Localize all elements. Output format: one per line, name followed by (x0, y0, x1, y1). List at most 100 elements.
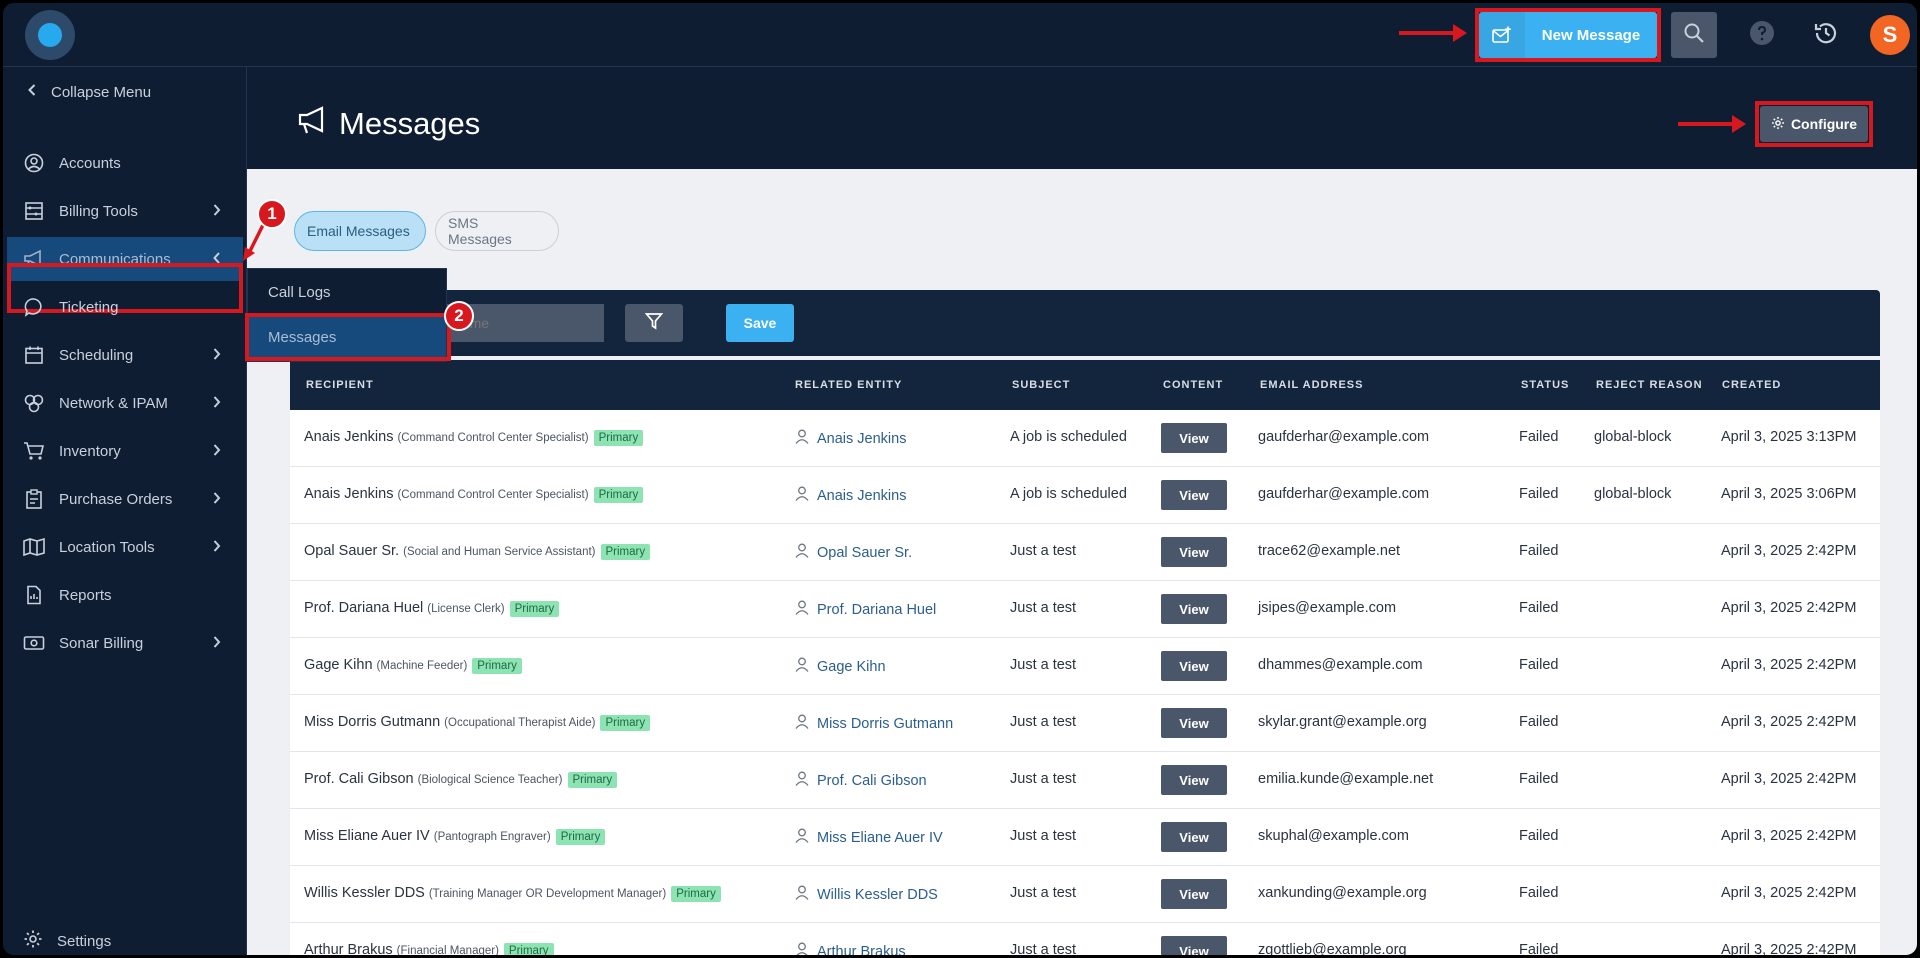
related-entity-link[interactable]: Prof. Cali Gibson (795, 771, 927, 790)
submenu-item-call-logs[interactable]: Call Logs (248, 272, 446, 312)
sidebar-item-network-ipam[interactable]: Network & IPAM (7, 381, 243, 425)
sidebar-item-reports[interactable]: Reports (7, 573, 243, 617)
filter-button[interactable] (625, 304, 683, 342)
subject-cell: Just a test (1010, 600, 1077, 616)
view-content-button[interactable]: View (1161, 936, 1227, 955)
status-cell: Failed (1519, 600, 1559, 616)
recipient-cell: Prof. Dariana Huel (License Clerk) Primary (304, 600, 560, 617)
col-related-entity[interactable]: RELATED ENTITY (795, 379, 902, 391)
related-entity-link[interactable]: Prof. Dariana Huel (795, 600, 936, 619)
table-row[interactable]: Miss Eliane Auer IV (Pantograph Engraver)… (290, 809, 1880, 866)
table-row[interactable]: Willis Kessler DDS (Training Manager OR D… (290, 866, 1880, 923)
related-entity-link[interactable]: Anais Jenkins (795, 486, 906, 505)
messages-table: RECIPIENT RELATED ENTITY SUBJECT CONTENT… (290, 360, 1880, 958)
col-reject-reason[interactable]: REJECT REASON (1596, 379, 1703, 391)
chevron-right-icon (213, 491, 221, 509)
table-body: Anais Jenkins (Command Control Center Spe… (290, 410, 1880, 958)
view-content-button[interactable]: View (1161, 765, 1227, 795)
col-email-address[interactable]: EMAIL ADDRESS (1260, 379, 1363, 391)
collapse-menu-button[interactable]: Collapse Menu (27, 83, 151, 101)
related-entity-name: Gage Kihn (817, 658, 886, 675)
sidebar-item-location-tools[interactable]: Location Tools (7, 525, 243, 569)
help-button[interactable] (1739, 12, 1785, 58)
recipient-cell: Miss Eliane Auer IV (Pantograph Engraver)… (304, 828, 606, 845)
col-status[interactable]: STATUS (1521, 379, 1569, 391)
user-avatar[interactable]: S (1870, 15, 1910, 55)
col-content[interactable]: CONTENT (1163, 379, 1223, 391)
related-entity-name: Opal Sauer Sr. (817, 544, 913, 561)
status-cell: Failed (1519, 885, 1559, 901)
email-cell: xankunding@example.org (1258, 885, 1427, 901)
sidebar-item-billing-tools[interactable]: Billing Tools (7, 189, 243, 233)
view-content-button[interactable]: View (1161, 480, 1227, 510)
related-entity-name: Arthur Brakus (817, 943, 906, 958)
status-cell: Failed (1519, 486, 1559, 502)
related-entity-name: Prof. Cali Gibson (817, 772, 927, 789)
table-row[interactable]: Anais Jenkins (Command Control Center Spe… (290, 467, 1880, 524)
person-icon (795, 771, 809, 790)
table-row[interactable]: Prof. Cali Gibson (Biological Science Tea… (290, 752, 1880, 809)
subject-cell: Just a test (1010, 885, 1077, 901)
created-cell: April 3, 2025 2:42PM (1721, 771, 1857, 787)
related-entity-link[interactable]: Arthur Brakus (795, 942, 906, 958)
save-button[interactable]: Save (726, 304, 794, 342)
tab-sms-messages[interactable]: SMS Messages (435, 211, 559, 251)
abacus-icon (23, 200, 45, 222)
person-icon (795, 714, 809, 733)
person-icon (795, 885, 809, 904)
related-entity-link[interactable]: Miss Dorris Gutmann (795, 714, 953, 733)
view-content-button[interactable]: View (1161, 879, 1227, 909)
sidebar-item-accounts[interactable]: Accounts (7, 141, 243, 185)
subject-cell: A job is scheduled (1010, 486, 1127, 502)
table-row[interactable]: Anais Jenkins (Command Control Center Spe… (290, 410, 1880, 467)
sidebar-item-label: Billing Tools (59, 202, 138, 220)
sidebar-item-ticketing[interactable]: Ticketing (7, 285, 243, 329)
search-icon (1683, 22, 1705, 49)
sidebar-item-scheduling[interactable]: Scheduling (7, 333, 243, 377)
recipient-role: (License Clerk) (427, 603, 505, 615)
view-content-button[interactable]: View (1161, 537, 1227, 567)
related-entity-link[interactable]: Gage Kihn (795, 657, 886, 676)
primary-badge: Primary (600, 715, 651, 731)
table-row[interactable]: Prof. Dariana Huel (License Clerk) Primary… (290, 581, 1880, 638)
view-content-button[interactable]: View (1161, 594, 1227, 624)
settings-button[interactable]: Settings (23, 929, 111, 953)
settings-label: Settings (57, 932, 112, 950)
col-created[interactable]: CREATED (1722, 379, 1781, 391)
sidebar-item-purchase-orders[interactable]: Purchase Orders (7, 477, 243, 521)
col-subject[interactable]: SUBJECT (1012, 379, 1070, 391)
related-entity-link[interactable]: Miss Eliane Auer IV (795, 828, 943, 847)
history-button[interactable] (1803, 12, 1849, 58)
sidebar-item-sonar-billing[interactable]: Sonar Billing (7, 621, 243, 665)
annotation-step-1-badge: 1 (257, 199, 287, 229)
email-cell: gaufderhar@example.com (1258, 486, 1430, 502)
search-button[interactable] (1671, 12, 1717, 58)
sidebar-item-label: Network & IPAM (59, 394, 168, 412)
view-content-button[interactable]: View (1161, 822, 1227, 852)
view-content-button[interactable]: View (1161, 423, 1227, 453)
related-entity-link[interactable]: Opal Sauer Sr. (795, 543, 912, 562)
tab-email-messages[interactable]: Email Messages (294, 211, 426, 251)
view-content-button[interactable]: View (1161, 708, 1227, 738)
subject-cell: Just a test (1010, 771, 1077, 787)
calendar-icon (23, 344, 45, 366)
recipient-role: (Occupational Therapist Aide) (444, 717, 596, 729)
related-entity-link[interactable]: Anais Jenkins (795, 429, 906, 448)
related-entity-name: Willis Kessler DDS (817, 886, 938, 903)
primary-badge: Primary (555, 829, 606, 845)
related-entity-link[interactable]: Willis Kessler DDS (795, 885, 938, 904)
top-bar: New Message S (3, 3, 1917, 67)
sidebar-item-inventory[interactable]: Inventory (7, 429, 243, 473)
primary-badge: Primary (600, 544, 651, 560)
status-cell: Failed (1519, 657, 1559, 673)
col-recipient[interactable]: RECIPIENT (306, 379, 374, 391)
app-logo[interactable] (25, 10, 75, 60)
sidebar: Collapse Menu Accounts Billing Tools Com… (3, 67, 247, 955)
table-row[interactable]: Miss Dorris Gutmann (Occupational Therapi… (290, 695, 1880, 752)
table-row[interactable]: Opal Sauer Sr. (Social and Human Service … (290, 524, 1880, 581)
table-row[interactable]: Arthur Brakus (Financial Manager) Primary A… (290, 923, 1880, 958)
table-row[interactable]: Gage Kihn (Machine Feeder) Primary Gage Kih… (290, 638, 1880, 695)
view-content-button[interactable]: View (1161, 651, 1227, 681)
recipient-name: Arthur Brakus (304, 942, 393, 958)
recipient-cell: Miss Dorris Gutmann (Occupational Therapi… (304, 714, 651, 731)
